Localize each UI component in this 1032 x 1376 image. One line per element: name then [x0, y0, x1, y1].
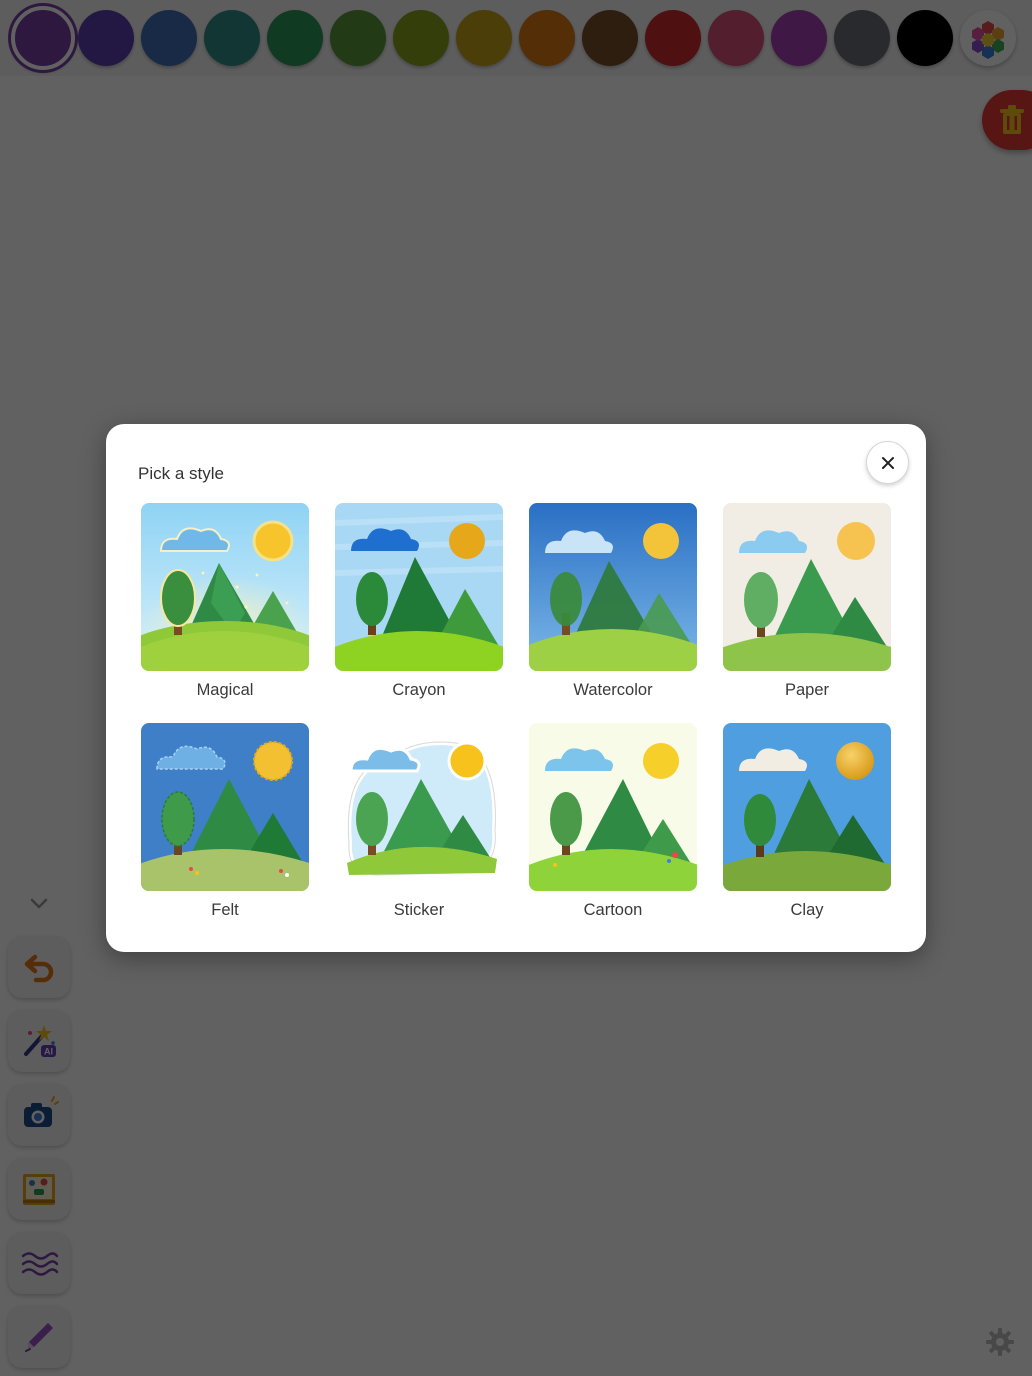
clay-style-thumbnail	[723, 723, 891, 891]
style-label: Watercolor	[573, 681, 653, 699]
style-option-clay[interactable]: Clay	[723, 723, 891, 921]
style-picker-dialog: Pick a style Magical Crayon Watercolor P…	[106, 424, 926, 952]
dialog-title: Pick a style	[138, 464, 224, 483]
paper-style-thumbnail	[723, 503, 891, 671]
style-option-crayon[interactable]: Crayon	[335, 503, 503, 701]
style-label: Clay	[790, 901, 824, 919]
style-option-sticker[interactable]: Sticker	[335, 723, 503, 921]
style-option-felt[interactable]: Felt	[141, 723, 309, 921]
crayon-style-thumbnail	[335, 503, 503, 671]
style-option-watercolor[interactable]: Watercolor	[529, 503, 697, 701]
cartoon-style-thumbnail	[529, 723, 697, 891]
style-option-paper[interactable]: Paper	[723, 503, 891, 701]
close-button[interactable]	[866, 441, 909, 484]
style-label: Magical	[196, 681, 254, 699]
magical-style-thumbnail	[141, 503, 309, 671]
watercolor-style-thumbnail	[529, 503, 697, 671]
style-option-cartoon[interactable]: Cartoon	[529, 723, 697, 921]
style-label: Crayon	[392, 681, 446, 699]
style-label: Felt	[211, 901, 239, 919]
style-grid: Magical Crayon Watercolor Paper Felt Sti…	[141, 503, 893, 921]
felt-style-thumbnail	[141, 723, 309, 891]
style-label: Cartoon	[583, 901, 643, 919]
style-label: Paper	[784, 681, 830, 699]
sticker-style-thumbnail	[335, 723, 503, 891]
close-icon	[881, 456, 894, 469]
style-option-magical[interactable]: Magical	[141, 503, 309, 701]
style-label: Sticker	[393, 901, 445, 919]
